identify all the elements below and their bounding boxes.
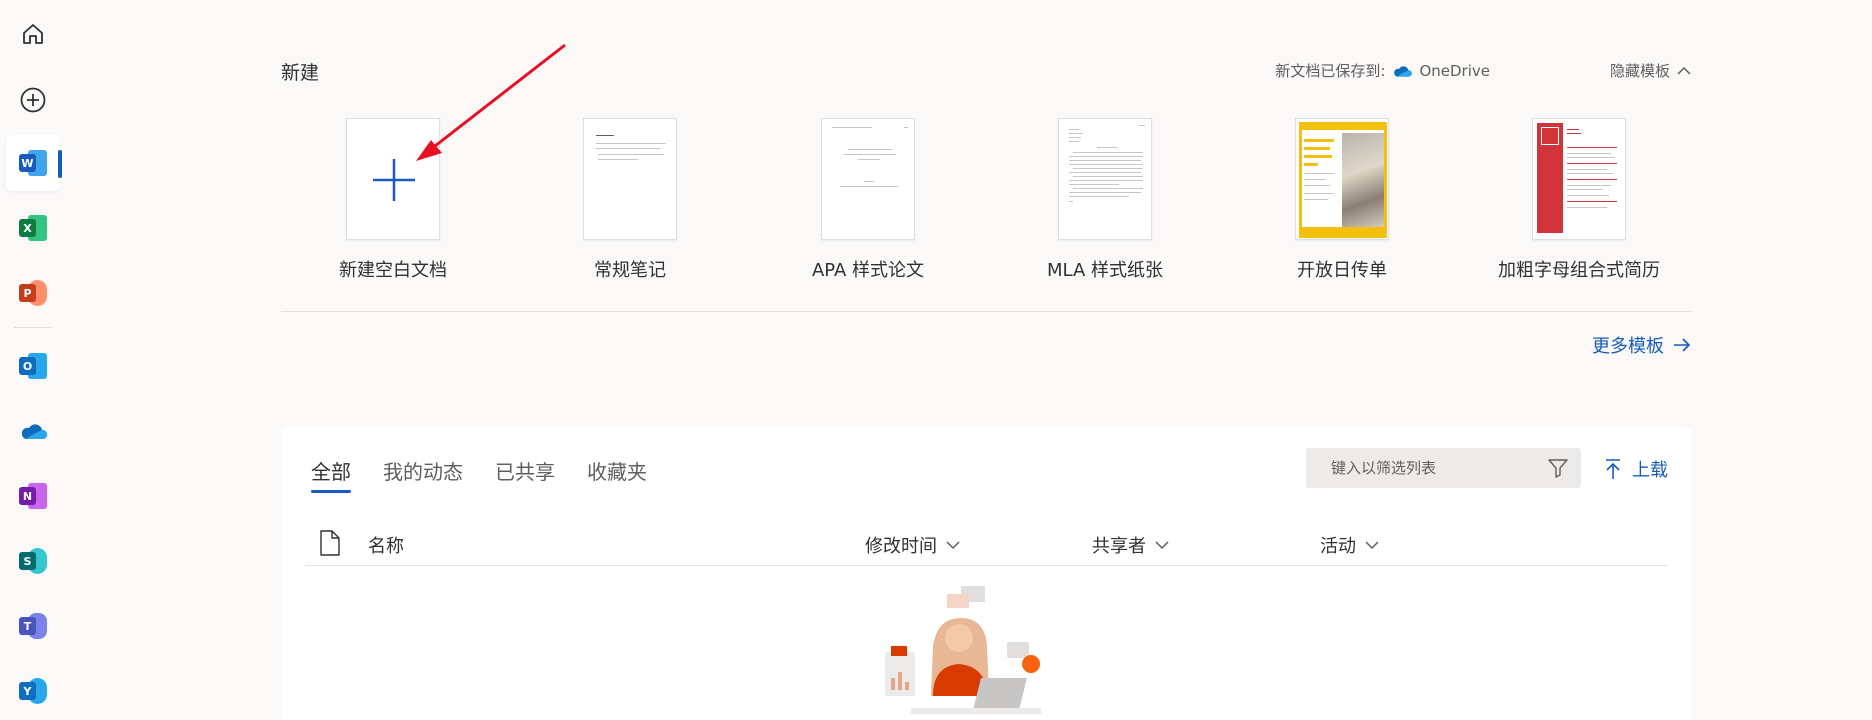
hide-templates-label: 隐藏模板 [1609,62,1670,80]
tab-favorites[interactable]: 收藏夹 [587,456,647,493]
onenote-app-button[interactable]: N [6,468,60,524]
template-label: APA 样式论文 [811,260,925,281]
template-thumbnail [583,118,677,240]
file-tabs: 全部 我的动态 已共享 收藏夹 [311,456,647,493]
template-mla-paper[interactable]: MLA 样式纸张 [995,118,1215,282]
word-app-button[interactable]: W [6,135,62,191]
column-activity[interactable]: 活动 [1320,532,1380,558]
outlook-app-button[interactable]: O [6,338,60,394]
column-name[interactable]: 名称 [368,532,404,558]
powerpoint-app-icon: P [19,280,47,306]
chevron-down-icon [1365,541,1379,550]
tab-shared[interactable]: 已共享 [495,456,555,493]
template-label: 开放日传单 [1297,260,1387,281]
tab-all[interactable]: 全部 [311,456,351,493]
template-thumbnail [1058,118,1152,240]
app-rail: W X P O N S T Y [0,0,62,720]
more-templates-label: 更多模板 [1592,336,1664,357]
save-location-note: 新文档已保存到: OneDrive [1275,60,1490,81]
template-label: 加粗字母组合式简历 [1498,260,1660,281]
create-icon [20,87,46,113]
empty-state-illustration [885,586,1041,714]
template-apa-paper[interactable]: APA 样式论文 [758,118,978,282]
onedrive-label: OneDrive [1419,61,1490,80]
more-templates-link[interactable]: 更多模板 [1592,332,1692,358]
home-icon [23,24,43,44]
template-label: MLA 样式纸张 [1046,260,1163,281]
templates-divider [281,311,1691,312]
template-thumbnail [1532,118,1626,240]
tab-my-activity[interactable]: 我的动态 [383,456,463,493]
file-table-header: 名称 修改时间 共享者 活动 [305,526,1667,566]
annotation-arrow-icon [416,43,566,161]
yammer-app-icon: Y [19,678,47,704]
save-note-label: 新文档已保存到: [1275,62,1386,80]
filter-input[interactable] [1331,459,1531,477]
template-thumbnail [821,118,915,240]
new-section-title: 新建 [281,62,320,84]
onedrive-app-icon [21,424,48,439]
filter-icon[interactable] [1547,457,1569,479]
filter-box [1306,448,1581,488]
onenote-app-icon: N [19,483,47,509]
file-type-column[interactable] [319,530,341,556]
chevron-down-icon [1155,541,1169,550]
yammer-app-button[interactable]: Y [6,663,60,719]
excel-app-icon: X [19,215,47,241]
column-modified[interactable]: 修改时间 [865,532,961,558]
hide-templates-button[interactable]: 隐藏模板 [1610,60,1692,81]
sharepoint-app-button[interactable]: S [6,533,60,589]
upload-icon [1606,459,1620,479]
column-sharer[interactable]: 共享者 [1092,532,1170,558]
column-sharer-label: 共享者 [1092,536,1146,557]
recent-files-panel: 全部 我的动态 已共享 收藏夹 上载 名称 修改时间 共享者 活动 [281,426,1691,720]
onedrive-cloud-icon [1394,65,1413,77]
create-button[interactable] [6,72,60,128]
document-icon [320,530,340,556]
template-bold-monogram-resume[interactable]: 加粗字母组合式简历 [1469,118,1689,282]
chevron-up-icon [1677,66,1691,75]
rail-divider [14,327,52,328]
arrow-right-icon [1674,338,1691,352]
word-app-icon: W [19,150,47,176]
template-open-house-flyer[interactable]: 开放日传单 [1232,118,1452,282]
home-button[interactable] [6,6,60,62]
column-name-label: 名称 [368,536,404,557]
outlook-app-icon: O [19,353,47,379]
onedrive-app-button[interactable] [6,403,60,459]
column-modified-label: 修改时间 [865,536,937,557]
excel-app-button[interactable]: X [6,200,60,256]
chevron-down-icon [946,541,960,550]
column-activity-label: 活动 [1320,536,1356,557]
upload-button[interactable]: 上载 [1604,456,1668,482]
template-label: 新建空白文档 [339,260,447,281]
template-thumbnail [1295,118,1389,240]
powerpoint-app-button[interactable]: P [6,265,60,321]
teams-app-button[interactable]: T [6,598,60,654]
sharepoint-app-icon: S [19,548,47,574]
template-label: 常规笔记 [594,260,666,281]
teams-app-icon: T [19,613,47,639]
upload-label: 上载 [1632,460,1668,481]
